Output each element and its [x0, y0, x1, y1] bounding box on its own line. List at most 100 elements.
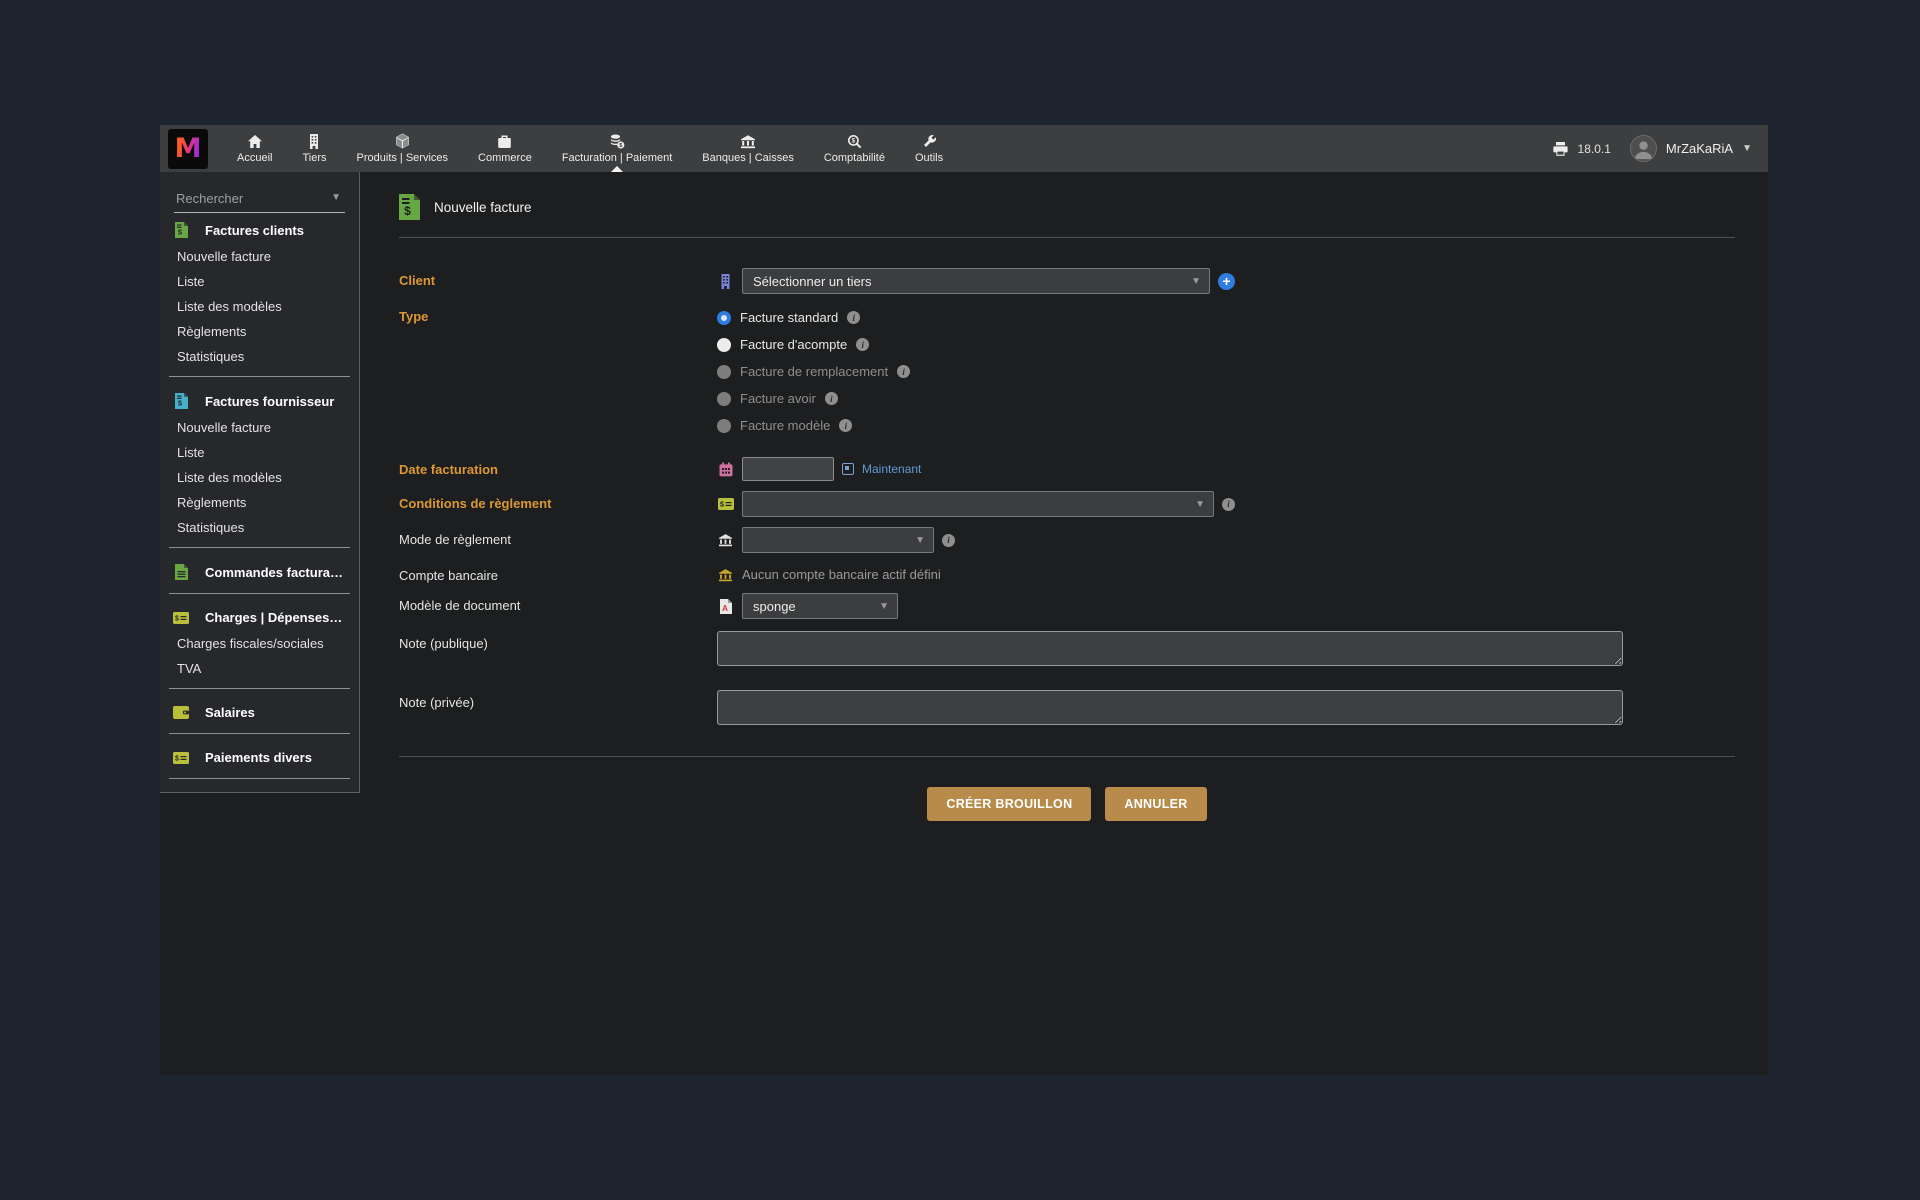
info-icon[interactable]: i — [856, 338, 869, 351]
sidebar-item[interactable]: Liste — [160, 269, 359, 294]
title-divider — [399, 237, 1735, 238]
money-check-icon: $ — [717, 498, 734, 510]
search-input[interactable] — [174, 188, 345, 213]
select-chevron-down-icon: ▼ — [879, 601, 889, 612]
sidebar-section-charges-depenses[interactable]: $ Charges | Dépenses… — [160, 601, 359, 631]
doc-model-select[interactable]: sponge ▼ — [742, 593, 898, 619]
radio-facture-modele: Facture modèle i — [717, 412, 910, 439]
sidebar-divider — [169, 547, 350, 548]
sidebar-item[interactable]: Statistiques — [160, 344, 359, 369]
now-link[interactable]: Maintenant — [862, 462, 921, 476]
user-menu-chevron-down-icon[interactable]: ▼ — [1742, 143, 1752, 154]
radio-disabled-icon — [717, 365, 731, 379]
bank-icon — [740, 134, 756, 149]
sidebar-item[interactable]: Nouvelle facture — [160, 415, 359, 440]
info-icon[interactable]: i — [839, 419, 852, 432]
info-icon[interactable]: i — [942, 534, 955, 547]
sidebar-section-factures-fournisseur[interactable]: $ Factures fournisseur — [160, 384, 359, 415]
private-note-textarea[interactable] — [717, 690, 1623, 725]
info-icon[interactable]: i — [847, 311, 860, 324]
client-select[interactable]: Sélectionner un tiers ▼ — [742, 268, 1210, 294]
top-navigation-bar: M Accueil Tiers Produits | Services — [160, 125, 1768, 172]
invoice-icon: $ — [399, 194, 420, 220]
create-draft-button[interactable]: CRÉER BROUILLON — [927, 787, 1091, 821]
nav-item-comptabilite[interactable]: $ Comptabilité — [809, 125, 900, 172]
radio-unselected-icon[interactable] — [717, 338, 731, 352]
cube-icon — [395, 134, 410, 149]
sidebar-divider — [169, 778, 350, 779]
invoice-date-input[interactable] — [742, 457, 834, 481]
client-label: Client — [399, 268, 717, 288]
sidebar-item[interactable]: TVA — [160, 656, 359, 681]
sidebar-item[interactable]: Statistiques — [160, 515, 359, 540]
app-logo[interactable]: M — [168, 129, 208, 169]
sidebar-divider — [169, 593, 350, 594]
nav-item-tiers[interactable]: Tiers — [287, 125, 341, 172]
payment-terms-select[interactable]: ▼ — [742, 491, 1214, 517]
sidebar-item[interactable]: Règlements — [160, 319, 359, 344]
bank-account-status: Aucun compte bancaire actif défini — [742, 567, 941, 582]
action-buttons: CRÉER BROUILLON ANNULER — [399, 787, 1735, 821]
sidebar-section-paiements-divers[interactable]: $ Paiements divers — [160, 741, 359, 771]
info-icon[interactable]: i — [825, 392, 838, 405]
sidebar-item[interactable]: Règlements — [160, 490, 359, 515]
cancel-button[interactable]: ANNULER — [1105, 787, 1206, 821]
bank-icon — [717, 533, 734, 547]
search-dollar-icon: $ — [847, 134, 862, 149]
username-label[interactable]: MrZaKaRiA — [1666, 141, 1733, 156]
nav-item-commerce[interactable]: Commerce — [463, 125, 547, 172]
radio-facture-acompte[interactable]: Facture d'acompte i — [717, 331, 910, 358]
radio-facture-standard[interactable]: Facture standard i — [717, 304, 910, 331]
date-picker-icon[interactable] — [842, 463, 854, 475]
nav-item-produits-services[interactable]: Produits | Services — [342, 125, 464, 172]
info-icon[interactable]: i — [897, 365, 910, 378]
sidebar-item[interactable]: Liste — [160, 440, 359, 465]
app-logo-letter: M — [175, 135, 202, 162]
payment-mode-select[interactable]: ▼ — [742, 527, 934, 553]
invoice-icon — [173, 564, 189, 580]
main-menu: Accueil Tiers Produits | Services Commer… — [222, 125, 958, 172]
building-icon — [308, 134, 320, 149]
form-row-payment-terms: Conditions de règlement $ ▼ i — [399, 486, 1735, 522]
select-chevron-down-icon: ▼ — [1195, 499, 1205, 510]
sidebar-divider — [169, 733, 350, 734]
sidebar-item[interactable]: Liste des modèles — [160, 294, 359, 319]
svg-text:A: A — [722, 604, 728, 613]
form-row-client: Client Sélectionner un tiers ▼ + — [399, 263, 1735, 299]
form-row-type: Type Facture standard i Facture d'acompt… — [399, 299, 1735, 444]
add-thirdparty-button[interactable]: + — [1218, 273, 1235, 290]
form-row-bank-account: Compte bancaire Aucun compte bancaire ac… — [399, 558, 1735, 588]
sidebar-item[interactable]: Nouvelle facture — [160, 244, 359, 269]
form-row-payment-mode: Mode de règlement ▼ i — [399, 522, 1735, 558]
version-label: 18.0.1 — [1578, 142, 1611, 156]
sidebar-section-factures-clients[interactable]: $ Factures clients — [160, 213, 359, 244]
avatar[interactable] — [1630, 135, 1657, 162]
app-window: M Accueil Tiers Produits | Services — [160, 125, 1768, 1075]
svg-text:$: $ — [852, 138, 856, 144]
topbar-right-group: 18.0.1 MrZaKaRiA ▼ — [1552, 135, 1768, 162]
sidebar-item[interactable]: Liste des modèles — [160, 465, 359, 490]
home-icon — [247, 134, 263, 149]
print-icon[interactable] — [1552, 141, 1569, 157]
public-note-textarea[interactable] — [717, 631, 1623, 666]
sidebar-divider — [169, 376, 350, 377]
invoice-icon: $ — [173, 393, 189, 409]
form-bottom-divider — [399, 756, 1735, 757]
sidebar-search: ▼ — [160, 172, 359, 213]
nav-item-accueil[interactable]: Accueil — [222, 125, 287, 172]
sidebar-section-commandes-facturables[interactable]: Commandes factura… — [160, 555, 359, 586]
form-row-private-note: Note (privée) — [399, 683, 1735, 732]
nav-item-banques-caisses[interactable]: Banques | Caisses — [687, 125, 809, 172]
sidebar-item[interactable]: Charges fiscales/sociales — [160, 631, 359, 656]
nav-item-outils[interactable]: Outils — [900, 125, 958, 172]
nav-item-facturation-paiement[interactable]: $ Facturation | Paiement — [547, 125, 687, 172]
radio-disabled-icon — [717, 419, 731, 433]
sidebar-divider — [169, 688, 350, 689]
radio-selected-icon[interactable] — [717, 311, 731, 325]
left-sidebar: ▼ $ Factures clients Nouvelle facture Li… — [160, 172, 360, 793]
date-label: Date facturation — [399, 457, 717, 477]
radio-facture-remplacement: Facture de remplacement i — [717, 358, 910, 385]
sidebar-section-salaires[interactable]: Salaires — [160, 696, 359, 726]
info-icon[interactable]: i — [1222, 498, 1235, 511]
type-label: Type — [399, 304, 717, 324]
